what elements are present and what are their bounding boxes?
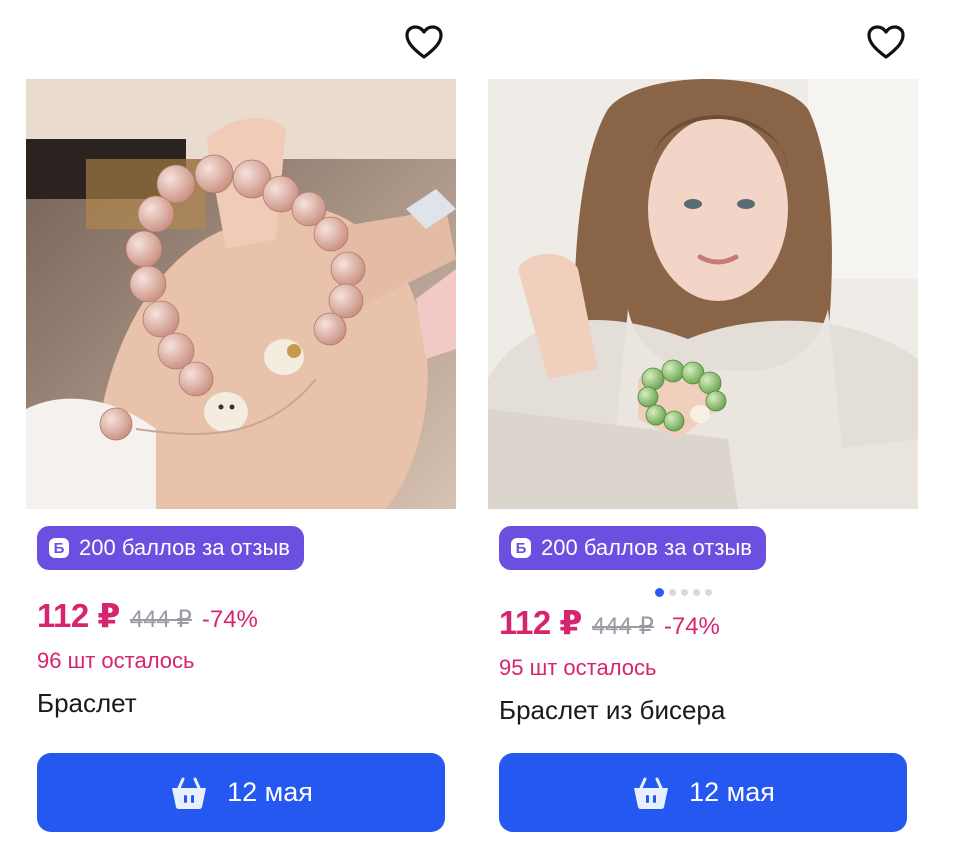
carousel-dot[interactable] [681,589,688,596]
bonus-label: 200 баллов за отзыв [541,535,752,560]
product-image[interactable] [488,79,918,509]
current-price: 112 ₽ [37,597,120,634]
add-to-cart-button[interactable]: 12 мая [499,753,907,832]
bonus-icon: Б [49,538,69,558]
basket-icon [631,775,671,811]
review-bonus-badge: Б 200 баллов за отзыв [499,526,766,570]
current-price: 112 ₽ [499,604,582,641]
product-title[interactable]: Браслет [37,688,137,719]
favorite-button[interactable] [402,20,446,64]
product-card[interactable]: Б 200 баллов за отзыв 112 ₽ 444 ₽ -74% 9… [480,0,920,850]
stock-remaining: 96 шт осталось [37,648,195,673]
product-title[interactable]: Браслет из бисера [499,695,725,726]
price-row: 112 ₽ 444 ₽ -74% [37,596,258,635]
carousel-dot[interactable] [705,589,712,596]
price-row: 112 ₽ 444 ₽ -74% [499,603,720,642]
product-image[interactable] [26,79,456,509]
carousel-dot[interactable] [693,589,700,596]
heart-icon [867,25,905,59]
add-to-cart-button[interactable]: 12 мая [37,753,445,832]
bonus-label: 200 баллов за отзыв [79,535,290,560]
delivery-date: 12 мая [689,777,775,807]
bonus-icon: Б [511,538,531,558]
stock-remaining: 95 шт осталось [499,655,657,680]
old-price: 444 ₽ [129,606,192,633]
carousel-dot[interactable] [655,588,664,597]
carousel-indicator[interactable] [655,588,712,597]
favorite-button[interactable] [864,20,908,64]
delivery-date: 12 мая [227,777,313,807]
carousel-dot[interactable] [669,589,676,596]
heart-icon [405,25,443,59]
product-card[interactable]: Б 200 баллов за отзыв 112 ₽ 444 ₽ -74% 9… [18,0,458,850]
basket-icon [169,775,209,811]
discount-label: -74% [663,613,720,640]
discount-label: -74% [201,606,258,633]
review-bonus-badge: Б 200 баллов за отзыв [37,526,304,570]
old-price: 444 ₽ [591,613,654,640]
